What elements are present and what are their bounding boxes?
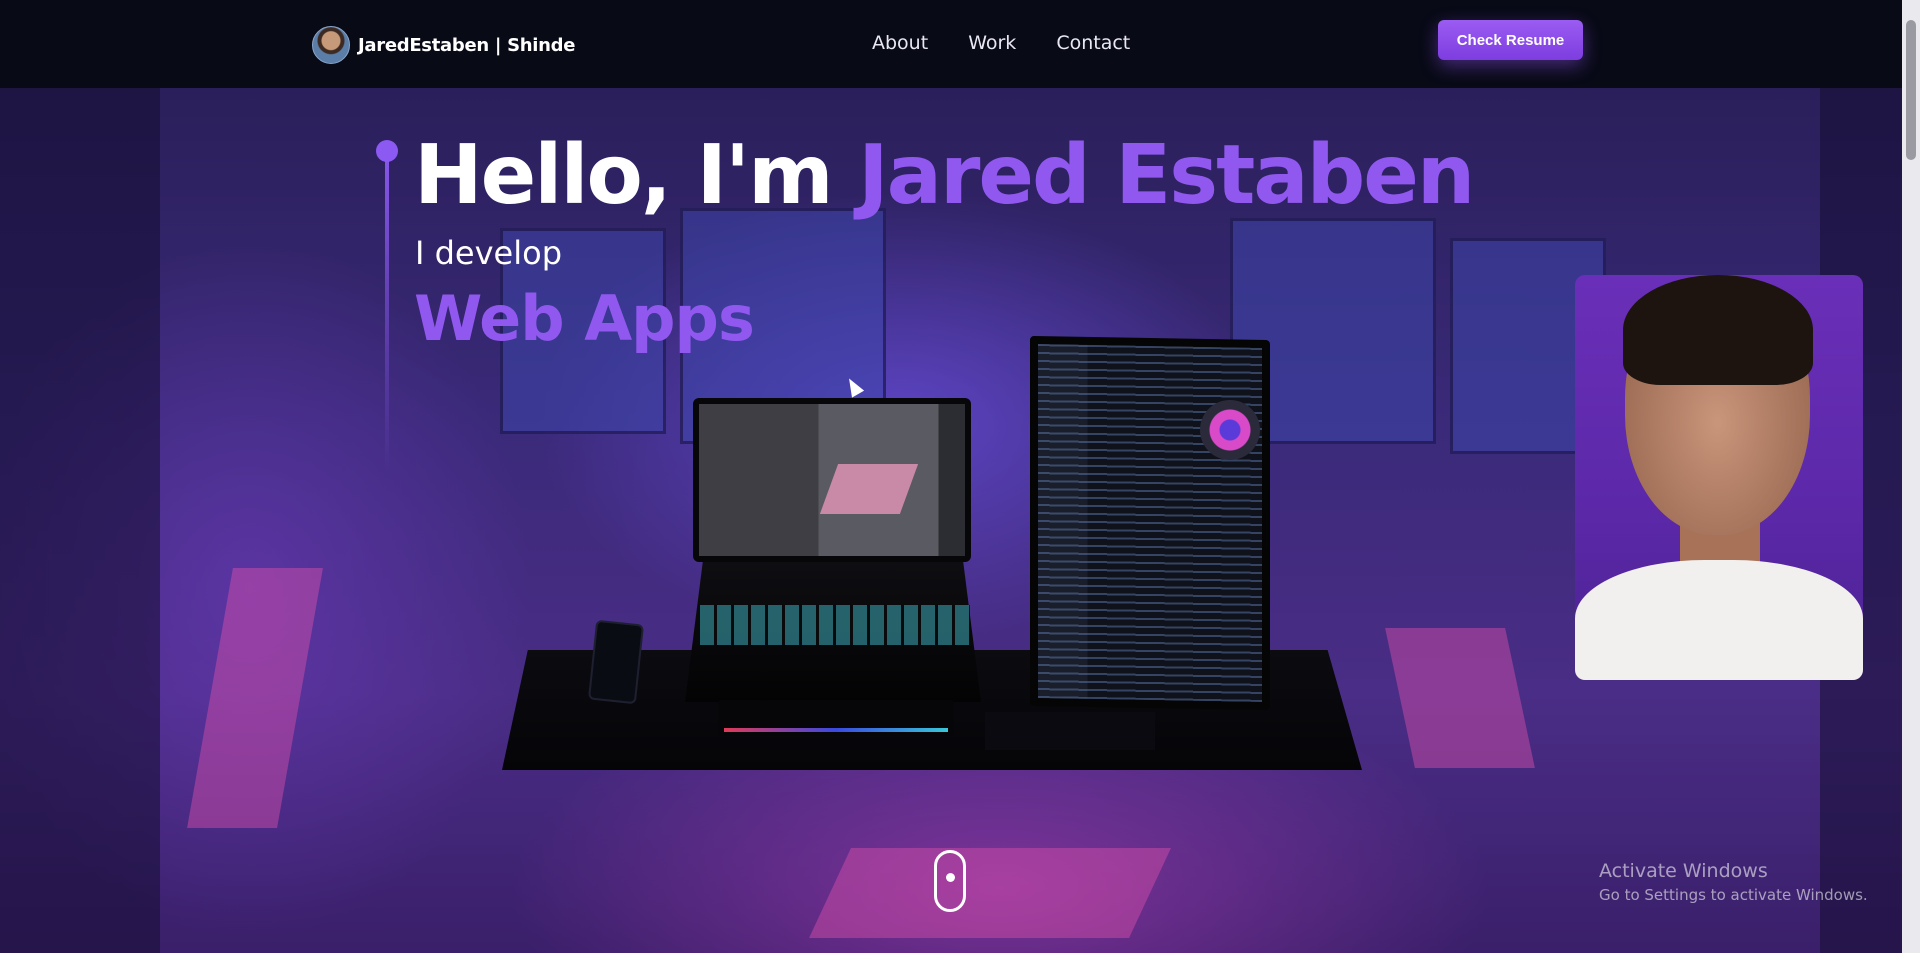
watermark-title: Activate Windows bbox=[1599, 860, 1768, 882]
mousepad bbox=[985, 712, 1155, 750]
profile-portrait bbox=[1575, 275, 1863, 680]
watermark-subtitle: Go to Settings to activate Windows. bbox=[1599, 886, 1868, 904]
check-resume-button[interactable]: Check Resume bbox=[1438, 20, 1583, 60]
laptop-keyboard bbox=[700, 605, 970, 645]
nav-link-contact[interactable]: Contact bbox=[1056, 32, 1130, 54]
hero-role: Web Apps bbox=[414, 282, 755, 355]
vertical-monitor bbox=[1030, 335, 1270, 711]
page-scrollbar[interactable] bbox=[1902, 0, 1920, 953]
mouse-scroll-icon[interactable] bbox=[934, 850, 966, 912]
nav-links: About Work Contact bbox=[872, 32, 1130, 54]
avatar bbox=[312, 26, 350, 64]
hero-subtitle: I develop bbox=[415, 234, 563, 272]
brand-logo[interactable]: JaredEstaben | Shinde bbox=[312, 26, 575, 64]
timeline-line bbox=[385, 142, 389, 472]
laptop-screen bbox=[693, 398, 971, 562]
nav-link-about[interactable]: About bbox=[872, 32, 928, 54]
hero-title: Hello, I'm Jared Estaben bbox=[414, 128, 1475, 223]
phone bbox=[587, 619, 645, 705]
hero-greeting: Hello, I'm bbox=[414, 128, 834, 223]
top-navbar: JaredEstaben | Shinde About Work Contact… bbox=[0, 0, 1920, 88]
scrollbar-thumb[interactable] bbox=[1906, 20, 1916, 160]
nav-link-work[interactable]: Work bbox=[968, 32, 1016, 54]
headset-icon bbox=[1200, 400, 1260, 460]
rgb-keyboard bbox=[718, 700, 954, 736]
hero-name: Jared Estaben bbox=[858, 128, 1475, 223]
brand-name: JaredEstaben | Shinde bbox=[358, 34, 576, 56]
activate-windows-watermark: Activate Windows Go to Settings to activ… bbox=[1599, 860, 1868, 904]
